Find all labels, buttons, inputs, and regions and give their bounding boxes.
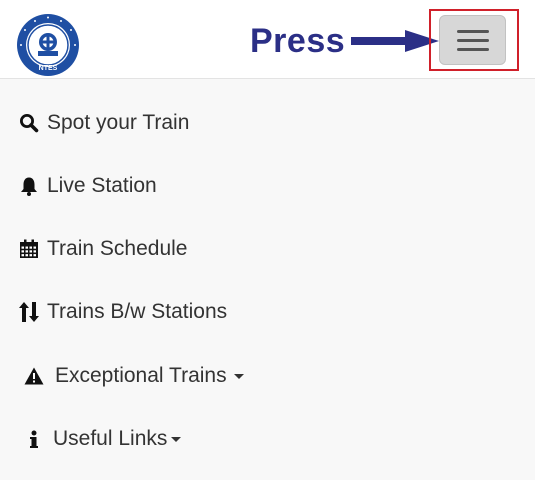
nav-item-live-station[interactable]: Live Station xyxy=(0,161,535,211)
indian-railways-logo[interactable]: NTES xyxy=(16,13,80,77)
nav-item-label: Exceptional Trains xyxy=(55,364,227,387)
nav-item-useful-links[interactable]: Useful Links xyxy=(0,414,535,464)
info-icon xyxy=(28,430,40,448)
nav-item-spot-your-train[interactable]: Spot your Train xyxy=(0,98,535,148)
press-annotation: Press xyxy=(250,19,440,63)
calendar-icon xyxy=(17,239,41,259)
nav-item-label: Useful Links xyxy=(53,427,168,450)
arrow-right-icon xyxy=(351,30,440,52)
nav-item-label: Train Schedule xyxy=(47,237,188,260)
nav-item-train-schedule[interactable]: Train Schedule xyxy=(0,224,535,274)
nav-item-trains-bw-stations[interactable]: Trains B/w Stations xyxy=(0,287,535,337)
app-header: NTES Press xyxy=(0,0,535,79)
warning-icon xyxy=(22,367,46,385)
press-label: Press xyxy=(250,21,346,60)
bell-icon xyxy=(17,176,41,196)
chevron-down-icon xyxy=(171,436,182,442)
nav-item-exceptional-trains[interactable]: Exceptional Trains xyxy=(0,351,535,401)
hamburger-icon xyxy=(457,30,489,33)
chevron-down-icon xyxy=(233,373,244,379)
nav-item-label: Spot your Train xyxy=(47,111,190,134)
hamburger-menu-button[interactable] xyxy=(439,15,506,65)
nav-item-label: Trains B/w Stations xyxy=(47,300,228,323)
sort-arrows-icon xyxy=(17,301,41,323)
logo-text: NTES xyxy=(39,65,58,72)
search-icon xyxy=(17,113,41,133)
nav-item-label: Live Station xyxy=(47,174,157,197)
